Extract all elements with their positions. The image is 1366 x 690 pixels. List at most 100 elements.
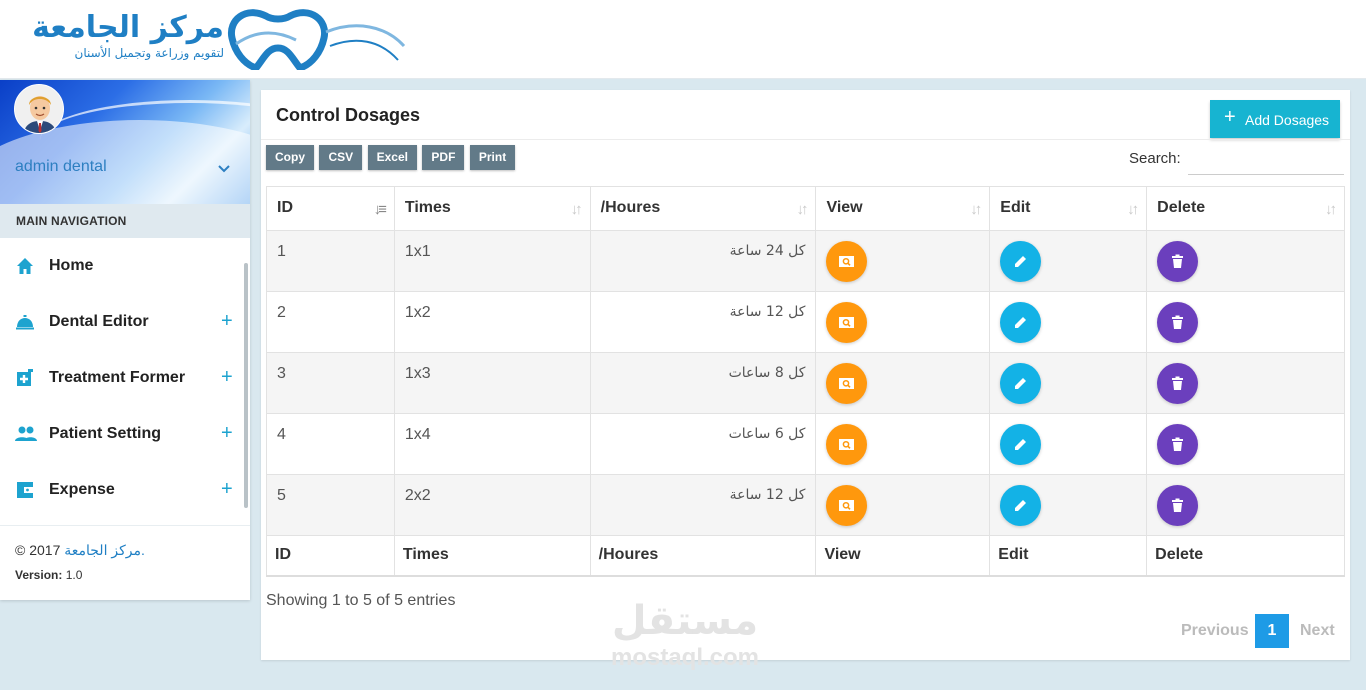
logo-title: مركز الجامعة bbox=[32, 10, 224, 45]
sidebar-item-label: Dental Editor bbox=[49, 313, 149, 330]
user-name[interactable]: admin dental bbox=[15, 158, 107, 176]
cell-delete bbox=[1146, 230, 1345, 292]
cell-hours: كل 24 ساعة bbox=[589, 230, 817, 292]
column-header-edit[interactable]: Edit ↓↑ bbox=[989, 186, 1148, 231]
trash-icon bbox=[1172, 254, 1184, 268]
view-button[interactable] bbox=[826, 302, 868, 343]
footer-column-hours: /Houres bbox=[589, 535, 817, 577]
sort-icon: ↓↑ bbox=[796, 201, 808, 218]
pencil-icon bbox=[1015, 378, 1027, 389]
clinic-logo[interactable]: مركز الجامعة لتقويم وزراعة وتجميل الأسنا… bbox=[10, 6, 410, 74]
table-row: 3 1x3 كل 8 ساعات bbox=[266, 352, 1345, 414]
sort-asc-icon: ↓≡ bbox=[373, 201, 387, 218]
plus-icon: + bbox=[1224, 106, 1236, 128]
search-input[interactable] bbox=[1188, 145, 1344, 175]
sort-icon: ↓↑ bbox=[970, 201, 982, 218]
previous-page-button[interactable]: Previous bbox=[1181, 622, 1249, 640]
hours-text: كل 8 ساعات bbox=[728, 365, 806, 381]
page-1-button[interactable]: 1 bbox=[1255, 614, 1289, 648]
version-value: 1.0 bbox=[65, 568, 83, 582]
expand-plus-icon[interactable]: + bbox=[221, 422, 233, 445]
copy-button[interactable]: Copy bbox=[266, 145, 314, 170]
sidebar-item-label: Home bbox=[49, 257, 94, 274]
cell-view bbox=[815, 474, 991, 536]
edit-button[interactable] bbox=[1000, 363, 1042, 404]
sidebar-item-treatment-former[interactable]: Treatment Former + bbox=[0, 350, 250, 406]
pencil-icon bbox=[1015, 256, 1027, 267]
cell-delete bbox=[1146, 352, 1345, 414]
delete-button[interactable] bbox=[1157, 424, 1199, 465]
delete-button[interactable] bbox=[1157, 485, 1199, 526]
view-icon bbox=[839, 317, 855, 328]
cell-times: 1x1 bbox=[393, 230, 591, 292]
sidebar-item-patient-setting[interactable]: Patient Setting + bbox=[0, 406, 250, 462]
sort-icon: ↓↑ bbox=[570, 201, 583, 218]
column-header-hours[interactable]: /Houres ↓↑ bbox=[589, 186, 817, 231]
view-button[interactable] bbox=[826, 424, 868, 465]
cell-edit bbox=[989, 352, 1148, 414]
pencil-icon bbox=[1015, 317, 1027, 328]
search-label: Search: bbox=[1129, 150, 1181, 167]
copyright-text: © 2017 bbox=[15, 542, 61, 558]
edit-button[interactable] bbox=[1000, 485, 1042, 526]
csv-button[interactable]: CSV bbox=[319, 145, 363, 170]
cell-times: 1x2 bbox=[393, 291, 591, 353]
footer-column-edit: Edit bbox=[989, 535, 1148, 577]
delete-button[interactable] bbox=[1157, 363, 1199, 404]
next-page-button[interactable]: Next bbox=[1300, 622, 1335, 640]
cell-view bbox=[815, 230, 991, 292]
view-icon bbox=[839, 500, 855, 511]
cell-times: 2x2 bbox=[393, 474, 591, 536]
sidebar-item-dental-editor[interactable]: Dental Editor + bbox=[0, 294, 250, 350]
expand-plus-icon[interactable]: + bbox=[221, 310, 233, 333]
sidebar-scrollbar[interactable] bbox=[244, 263, 248, 508]
table-footer-row: ID Times /Houres View Edit Delete bbox=[266, 535, 1345, 577]
column-header-id[interactable]: ID ↓≡ bbox=[266, 186, 395, 231]
watermark-latin: mostaql.com bbox=[610, 644, 760, 671]
brand-link[interactable]: مركز الجامعة. bbox=[64, 542, 145, 558]
sidebar-item-expense[interactable]: Expense + bbox=[0, 462, 250, 518]
pdf-button[interactable]: PDF bbox=[422, 145, 465, 170]
avatar[interactable] bbox=[14, 84, 64, 134]
cell-edit bbox=[989, 291, 1148, 353]
people-icon bbox=[15, 424, 37, 444]
cell-id: 1 bbox=[266, 230, 395, 292]
footer-column-delete: Delete bbox=[1146, 535, 1345, 577]
add-dosages-label: Add Dosages bbox=[1245, 112, 1330, 128]
column-header-view[interactable]: View ↓↑ bbox=[815, 186, 991, 231]
expand-plus-icon[interactable]: + bbox=[221, 366, 233, 389]
sidebar-item-label: Expense bbox=[49, 481, 115, 498]
delete-button[interactable] bbox=[1157, 241, 1199, 282]
dosages-table: ID ↓≡ Times ↓↑ /Houres ↓↑ View ↓↑ Edit ↓↑ Del… bbox=[266, 186, 1345, 577]
column-header-delete[interactable]: Delete ↓↑ bbox=[1146, 186, 1345, 231]
view-button[interactable] bbox=[826, 485, 868, 526]
logo-subtitle: لتقويم وزراعة وتجميل الأسنان bbox=[74, 46, 224, 60]
footer-column-times: Times bbox=[393, 535, 591, 577]
excel-button[interactable]: Excel bbox=[367, 145, 417, 170]
pencil-icon bbox=[1015, 500, 1027, 511]
wallet-icon bbox=[15, 480, 35, 500]
add-dosages-button[interactable]: + Add Dosages bbox=[1210, 100, 1340, 138]
print-button[interactable]: Print bbox=[469, 145, 516, 170]
view-button[interactable] bbox=[826, 241, 868, 282]
table-info: Showing 1 to 5 of 5 entries bbox=[266, 592, 456, 609]
edit-button[interactable] bbox=[1000, 302, 1042, 343]
sidebar-item-label: Treatment Former bbox=[49, 369, 186, 386]
view-button[interactable] bbox=[826, 363, 868, 404]
column-header-times[interactable]: Times ↓↑ bbox=[393, 186, 591, 231]
delete-button[interactable] bbox=[1157, 302, 1199, 343]
edit-button[interactable] bbox=[1000, 241, 1042, 282]
expand-plus-icon[interactable]: + bbox=[221, 478, 233, 501]
footer-column-id: ID bbox=[266, 535, 395, 577]
sidebar-item-home[interactable]: Home bbox=[0, 238, 250, 294]
cell-id: 4 bbox=[266, 413, 395, 475]
dosages-panel: Control Dosages + Add Dosages Copy CSV E… bbox=[261, 90, 1350, 660]
hours-text: كل 6 ساعات bbox=[728, 426, 806, 442]
cell-id: 5 bbox=[266, 474, 395, 536]
sort-icon: ↓↑ bbox=[1127, 201, 1139, 218]
page-title: Control Dosages bbox=[276, 105, 421, 125]
pencil-icon bbox=[1015, 439, 1027, 450]
edit-button[interactable] bbox=[1000, 424, 1042, 465]
cell-edit bbox=[989, 413, 1148, 475]
chevron-down-icon[interactable] bbox=[218, 162, 230, 176]
